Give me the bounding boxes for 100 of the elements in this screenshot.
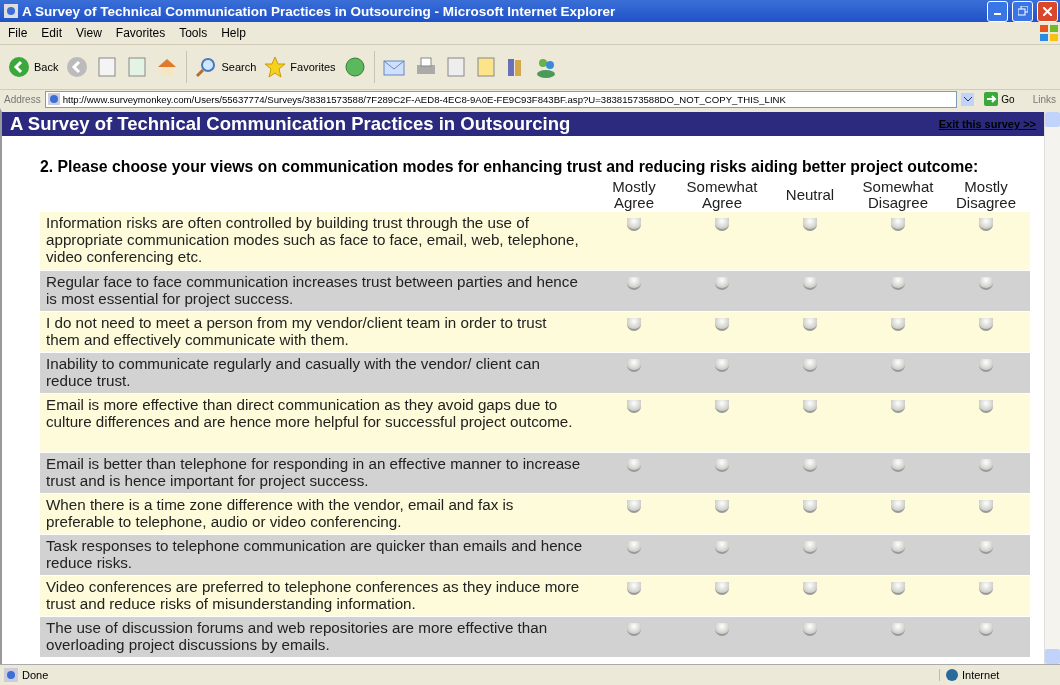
restore-button[interactable] <box>1012 0 1033 22</box>
radio-button[interactable] <box>979 623 993 636</box>
radio-button[interactable] <box>979 400 993 413</box>
status-text: Done <box>22 669 49 681</box>
radio-button[interactable] <box>803 500 817 513</box>
radio-button[interactable] <box>979 318 993 331</box>
radio-button[interactable] <box>715 541 729 554</box>
radio-button[interactable] <box>979 359 993 372</box>
radio-button[interactable] <box>715 359 729 372</box>
column-header: Somewhat Disagree <box>861 178 935 212</box>
radio-button[interactable] <box>627 318 641 331</box>
search-button[interactable]: Search <box>195 56 257 78</box>
radio-button[interactable] <box>627 623 641 636</box>
close-icon <box>1043 6 1052 16</box>
mail-icon[interactable] <box>382 57 407 77</box>
dropdown-button[interactable] <box>961 92 975 106</box>
column-header: Mostly Disagree <box>955 178 1017 212</box>
radio-button[interactable] <box>803 541 817 554</box>
radio-button[interactable] <box>627 277 641 290</box>
search-icon <box>195 56 218 78</box>
radio-button[interactable] <box>627 400 641 413</box>
statement-text: Information risks are often controlled by building trust through the use of appropriate communication modes such as face to face, email, web, telephone, video conferencing etc. <box>45 213 580 267</box>
radio-button[interactable] <box>979 218 993 231</box>
statement-text: Inability to communicate regularly and casually with the vendor/ client can reduce trust. <box>45 354 541 391</box>
url-text: http://www.surveymonkey.com/Users/55637774/Surveys/38381573588/7F289C2F-AED8-4EC8-9A0E-FE9C93F843BF.asp?U=38381573588DO_NOT_COPY_THIS_LINK <box>62 93 786 105</box>
radio-button[interactable] <box>891 541 905 554</box>
globe-icon <box>946 669 958 681</box>
radio-button[interactable] <box>627 582 641 595</box>
radio-button[interactable] <box>803 623 817 636</box>
address-label: Address <box>4 93 41 105</box>
radio-button[interactable] <box>627 500 641 513</box>
radio-button[interactable] <box>803 459 817 472</box>
favorites-button[interactable]: Favorites <box>264 56 336 78</box>
menu-item[interactable]: View <box>76 26 102 40</box>
radio-button[interactable] <box>715 400 729 413</box>
radio-button[interactable] <box>891 218 905 231</box>
windows-logo-icon <box>1038 23 1060 43</box>
column-header: Mostly Agree <box>611 178 657 212</box>
menu-item[interactable]: Help <box>221 26 246 40</box>
statement-text: When there is a time zone difference with the vendor, email and fax is preferable to telephone, audio or video conferencing. <box>45 495 515 532</box>
radio-button[interactable] <box>891 500 905 513</box>
radio-button[interactable] <box>715 218 729 231</box>
radio-button[interactable] <box>627 218 641 231</box>
radio-button[interactable] <box>891 359 905 372</box>
page-icon <box>47 93 60 105</box>
page-icon <box>4 668 18 682</box>
window-title: A Survey of Technical Communication Practices in Outsourcing - Microsoft Internet Explorer <box>22 3 617 19</box>
radio-button[interactable] <box>891 459 905 472</box>
radio-button[interactable] <box>803 218 817 231</box>
scrollbar[interactable] <box>1044 112 1060 664</box>
menu-item[interactable]: File <box>8 26 28 40</box>
radio-button[interactable] <box>627 459 641 472</box>
radio-button[interactable] <box>715 277 729 290</box>
column-header: Somewhat Agree <box>685 178 759 212</box>
close-button[interactable] <box>1037 0 1058 22</box>
people-icon[interactable] <box>534 56 557 78</box>
back-button[interactable]: Back <box>8 56 59 78</box>
radio-button[interactable] <box>715 318 729 331</box>
go-button[interactable]: Go <box>978 92 1021 106</box>
statement-text: I do not need to meet a person from my vendor/client team in order to trust them and effectively communicate with them. <box>45 313 548 350</box>
radio-button[interactable] <box>979 582 993 595</box>
radio-button[interactable] <box>715 500 729 513</box>
minimize-button[interactable] <box>987 0 1008 22</box>
radio-button[interactable] <box>979 500 993 513</box>
statement-text: The use of discussion forums and web repositories are more effective than overloading project discussions by emails. <box>45 618 549 655</box>
menu-item[interactable]: Edit <box>41 26 63 40</box>
survey-title: A Survey of Technical Communication Practices in Outsourcing <box>10 113 571 135</box>
links-label[interactable]: Links <box>1024 93 1056 105</box>
radio-button[interactable] <box>979 459 993 472</box>
radio-button[interactable] <box>891 277 905 290</box>
question-text: 2. Please choose your views on communication modes for enhancing trust and reducing risks aiding better project outcome: <box>40 158 980 176</box>
statement-text: Video conferences are preferred to telephone conferences as they induce more trust and reduce risks of misunderstanding information. <box>45 577 581 614</box>
radio-button[interactable] <box>715 623 729 636</box>
radio-button[interactable] <box>891 400 905 413</box>
menu-item[interactable]: Tools <box>179 26 208 40</box>
star-icon <box>264 56 287 78</box>
browser-icon <box>4 4 18 18</box>
radio-button[interactable] <box>715 459 729 472</box>
statement-text: Email is better than telephone for responding in an effective manner to increase trust and is hence important for project success. <box>45 454 582 491</box>
radio-button[interactable] <box>627 359 641 372</box>
radio-button[interactable] <box>803 400 817 413</box>
radio-button[interactable] <box>715 582 729 595</box>
statement-text: Email is more effective than direct communication as they avoid gaps due to culture differences and are hence more helpful for successful project outcome. <box>45 395 574 432</box>
radio-button[interactable] <box>979 541 993 554</box>
radio-button[interactable] <box>803 318 817 331</box>
radio-button[interactable] <box>803 359 817 372</box>
statement-text: Task responses to telephone communication are quicker than emails and hence reduce risks. <box>45 536 584 573</box>
radio-button[interactable] <box>627 541 641 554</box>
radio-button[interactable] <box>803 277 817 290</box>
radio-button[interactable] <box>979 277 993 290</box>
radio-button[interactable] <box>803 582 817 595</box>
arrow-icon <box>984 92 999 106</box>
radio-button[interactable] <box>891 623 905 636</box>
radio-button[interactable] <box>891 318 905 331</box>
radio-button[interactable] <box>891 582 905 595</box>
note-icon[interactable] <box>474 56 497 78</box>
menu-item[interactable]: Favorites <box>115 26 166 40</box>
address-field[interactable]: http://www.surveymonkey.com/Users/55637774/Surveys/38381573588/7F289C2F-AED8-4EC8-9A0E-FE9C93F843BF.asp?U=38381573588DO_NOT_COPY_THIS_LINK <box>44 90 958 108</box>
column-header: Neutral <box>784 185 836 205</box>
restore-icon <box>1017 6 1028 16</box>
